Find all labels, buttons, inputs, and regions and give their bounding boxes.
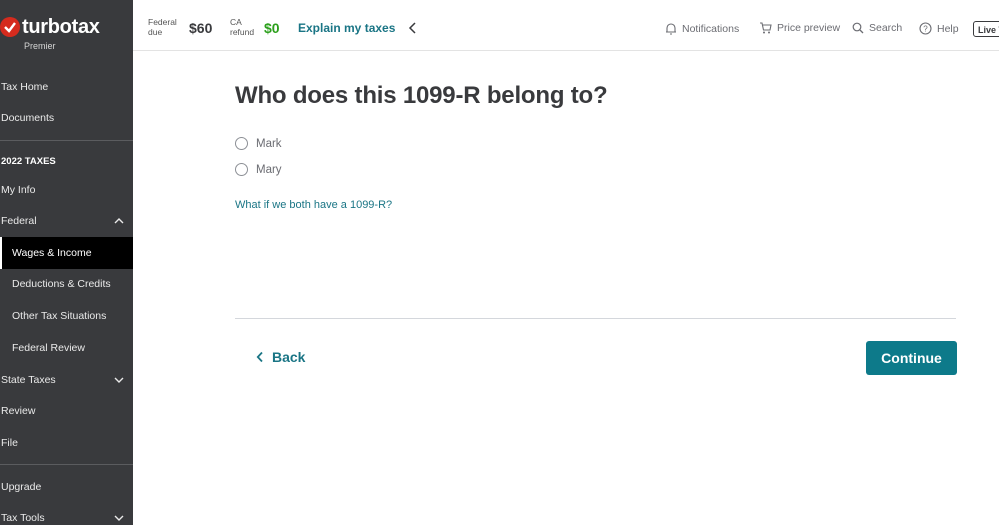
chevron-down-icon [114,377,124,383]
sidebar-item-wages-income[interactable]: Wages & Income [0,237,133,269]
ca-refund-label: CA refund [230,17,254,37]
search-label: Search [869,22,903,34]
page-title: Who does this 1099-R belong to? [235,82,608,109]
sidebar-item-tax-home[interactable]: Tax Home [0,75,133,99]
federal-due-label: Federal due [148,17,177,37]
sidebar-item-review[interactable]: Review [0,399,133,423]
ca-refund-amount[interactable]: $0 [264,20,280,36]
sidebar-item-federal[interactable]: Federal [0,209,133,233]
chevron-left-icon [256,351,263,363]
top-bar: Federal due $60 CA refund $0 Explain my … [133,0,999,51]
sidebar-item-state-taxes[interactable]: State Taxes [0,368,133,392]
radio-label[interactable]: Mary [256,164,282,176]
content-divider [235,318,956,319]
chevron-up-icon [114,218,124,224]
price-preview-button[interactable]: Price preview [759,22,840,34]
radio-button[interactable] [235,163,248,176]
sidebar-divider [0,140,133,141]
sidebar-item-tax-tools-label: Tax Tools [1,512,45,524]
help-button[interactable]: ? Help [919,22,959,35]
due-label: due [148,27,163,37]
radio-label[interactable]: Mark [256,138,282,150]
checkmark-icon [0,17,20,37]
continue-button[interactable]: Continue [866,341,957,375]
chevron-down-icon [114,515,124,521]
radio-option-mary[interactable]: Mary [235,163,282,176]
federal-label: Federal [148,17,177,27]
help-icon: ? [919,22,932,35]
sidebar-item-state-taxes-label: State Taxes [1,374,56,386]
back-label: Back [272,349,306,365]
bell-icon [666,23,676,35]
turbotax-logo[interactable]: turbotax Premier [0,14,133,54]
notifications-label: Notifications [682,22,740,35]
svg-text:?: ? [923,25,928,34]
sidebar-item-deductions-credits[interactable]: Deductions & Credits [0,272,133,296]
sidebar-item-other-tax-situations[interactable]: Other Tax Situations [0,304,133,328]
sidebar-divider [0,464,133,465]
federal-due-amount[interactable]: $60 [189,20,212,36]
sidebar-item-documents[interactable]: Documents [0,106,133,130]
sidebar-item-upgrade[interactable]: Upgrade [0,475,133,499]
ca-label: CA [230,17,242,27]
live-button[interactable]: Live T [973,21,999,37]
back-button[interactable]: Back [256,349,305,365]
sidebar: turbotax Premier Tax Home Documents 2022… [0,0,133,525]
sidebar-item-my-info[interactable]: My Info [0,178,133,202]
explain-my-taxes-link[interactable]: Explain my taxes [298,21,395,35]
search-icon [852,22,864,34]
sidebar-item-federal-label: Federal [1,215,37,227]
sidebar-section-2022-taxes: 2022 TAXES [1,156,56,167]
sidebar-item-federal-review[interactable]: Federal Review [0,336,133,360]
sidebar-item-file[interactable]: File [0,431,133,455]
refund-label: refund [230,27,255,37]
radio-option-mark[interactable]: Mark [235,137,282,150]
notifications-button[interactable]: Notifications [665,22,739,35]
radio-button[interactable] [235,137,248,150]
brand-edition: Premier [24,41,56,51]
chevron-left-icon[interactable] [408,21,418,35]
both-have-1099r-link[interactable]: What if we both have a 1099-R? [235,199,392,211]
price-preview-label: Price preview [777,22,841,34]
sidebar-item-tax-tools[interactable]: Tax Tools [0,506,133,525]
cart-icon [760,22,772,34]
brand-name: turbotax [22,16,100,38]
help-label: Help [937,22,959,35]
search-button[interactable]: Search [852,22,902,34]
